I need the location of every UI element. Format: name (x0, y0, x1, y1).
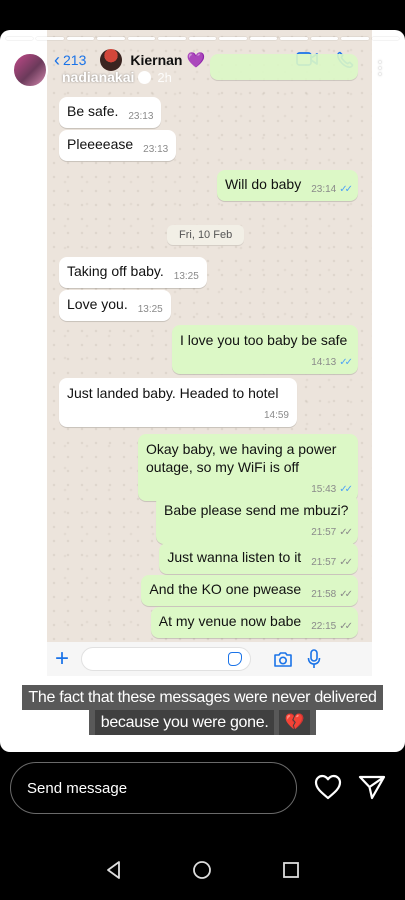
more-options-icon[interactable]: · · · (377, 52, 383, 82)
android-nav-bar (0, 860, 405, 880)
message-bubble-outgoing[interactable]: At my venue now babe 22:15 ✓✓ (150, 607, 358, 638)
story-frame[interactable]: ‹ 213 Kiernan 💜 nadianakai 2h · · · Be saf… (0, 30, 405, 752)
message-time: 23:13 (143, 144, 169, 155)
message-text: Babe please send me mbuzi? (164, 502, 349, 518)
delivered-ticks-icon: ✓✓ (339, 621, 353, 632)
message-list: Be safe. 23:13 Pleeeease 23:13 Will do bab… (47, 30, 372, 642)
read-ticks-icon: ✓✓ (339, 357, 353, 368)
message-bubble-incoming[interactable]: Love you. 13:25 (59, 290, 171, 321)
message-bubble-outgoing[interactable]: Babe please send me mbuzi? 21:57 ✓✓ (156, 495, 358, 544)
nav-home-icon[interactable] (192, 860, 212, 880)
message-text: At my venue now babe (158, 613, 302, 629)
message-time: 23:13 (128, 111, 154, 122)
sticker-icon[interactable] (228, 652, 243, 666)
delivered-ticks-icon: ✓✓ (339, 557, 353, 568)
message-text: I love you too baby be safe (180, 332, 348, 348)
progress-segment (249, 37, 278, 40)
progress-segment (36, 37, 64, 40)
chat-input[interactable] (81, 647, 252, 671)
message-bubble-outgoing[interactable]: Will do baby 23:14 ✓✓ (216, 170, 358, 201)
progress-segment (188, 37, 217, 40)
progress-segment (280, 37, 308, 40)
message-time: 13:25 (137, 304, 163, 315)
message-bubble-incoming[interactable]: Be safe. 23:13 (59, 97, 162, 128)
broken-heart-emoji: 💔 (278, 710, 311, 735)
progress-segment (97, 37, 125, 40)
progress-segment (219, 37, 247, 40)
message-time: 13:25 (173, 271, 199, 282)
nav-recents-icon[interactable] (281, 860, 301, 880)
cut-off-message (210, 54, 358, 80)
camera-icon[interactable] (273, 651, 293, 668)
progress-segment (66, 37, 95, 40)
story-timestamp: 2h (157, 69, 172, 85)
caption-line-1: The fact that these messages were never … (22, 685, 383, 710)
progress-segment (158, 37, 186, 40)
message-text: Will do baby (224, 176, 302, 192)
message-time: 21:58 (311, 589, 337, 600)
message-text: Just landed baby. Headed to hotel (67, 385, 279, 401)
message-bubble-incoming[interactable]: Just landed baby. Headed to hotel 14:59 (59, 378, 297, 427)
delivered-ticks-icon: ✓✓ (339, 589, 353, 600)
chat-composer: + (47, 642, 372, 676)
story-caption: because you were gone. 💔 (0, 710, 405, 735)
delivered-ticks-icon: ✓✓ (339, 527, 353, 538)
message-time: 14:59 (263, 410, 289, 421)
read-ticks-icon: ✓✓ (339, 484, 353, 495)
read-ticks-icon: ✓✓ (339, 184, 353, 195)
message-bubble-outgoing[interactable]: Okay baby, we having a power outage, so … (138, 434, 358, 501)
verified-icon (138, 70, 152, 84)
story-progress-bar (6, 37, 400, 40)
story-author[interactable]: nadianakai 2h (12, 52, 172, 88)
message-time: 14:13 (311, 357, 337, 368)
nav-back-icon[interactable] (104, 860, 124, 880)
message-bubble-outgoing[interactable]: Just wanna listen to it 21:57 ✓✓ (159, 543, 358, 574)
caption-line-2: because you were gone. (94, 710, 275, 735)
microphone-icon[interactable] (307, 649, 321, 669)
message-text: And the KO one pwease (149, 581, 302, 597)
story-author-avatar[interactable] (12, 52, 48, 88)
send-message-input[interactable]: Send message (10, 762, 297, 814)
message-bubble-incoming[interactable]: Pleeeease 23:13 (59, 130, 177, 161)
message-meta: 14:59 (67, 402, 289, 421)
message-meta: 14:13 ✓✓ (180, 349, 353, 368)
message-meta: 15:43 ✓✓ (146, 476, 353, 495)
message-text: Taking off baby. (67, 263, 164, 279)
message-text: Just wanna listen to it (167, 549, 302, 565)
message-text: Be safe. (67, 103, 119, 119)
message-bubble-incoming[interactable]: Taking off baby. 13:25 (59, 257, 207, 288)
message-text: Pleeeease (67, 136, 134, 152)
message-time: 22:15 (311, 621, 337, 632)
message-text: Okay baby, we having a power outage, so … (146, 441, 337, 475)
story-caption: The fact that these messages were never … (0, 685, 405, 710)
message-text: Love you. (67, 296, 128, 312)
progress-segment (6, 37, 34, 40)
caption-line-2-wrap: because you were gone. 💔 (88, 710, 317, 735)
progress-segment (127, 37, 156, 40)
message-time: 21:57 (311, 527, 337, 538)
message-time: 23:14 (311, 184, 337, 195)
story-username[interactable]: nadianakai (62, 69, 134, 85)
story-reply-bar: Send message (0, 752, 405, 900)
send-direct-icon[interactable] (358, 774, 386, 800)
progress-segment (310, 37, 339, 40)
progress-segment (341, 37, 369, 40)
date-divider: Fri, 10 Feb (167, 225, 245, 245)
message-bubble-outgoing[interactable]: And the KO one pwease 21:58 ✓✓ (141, 575, 358, 606)
send-message-placeholder: Send message (27, 779, 128, 797)
message-bubble-outgoing[interactable]: I love you too baby be safe 14:13 ✓✓ (172, 325, 358, 374)
message-time: 15:43 (311, 484, 337, 495)
message-time: 21:57 (311, 557, 337, 568)
message-meta: 21:57 ✓✓ (164, 519, 353, 538)
progress-segment (371, 37, 400, 40)
like-heart-icon[interactable] (314, 774, 342, 800)
plus-icon[interactable]: + (55, 645, 69, 673)
